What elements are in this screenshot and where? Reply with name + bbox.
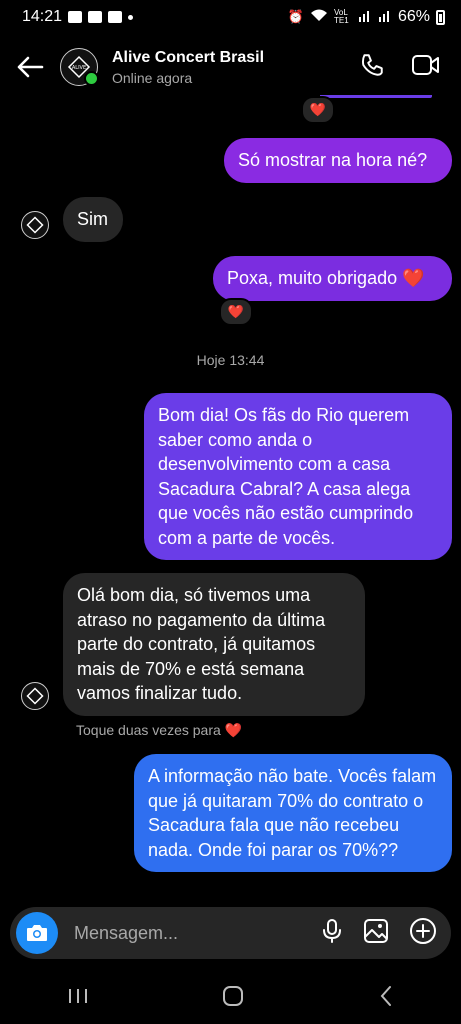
message-input[interactable] [72,921,321,945]
svg-text:ALIVE: ALIVE [72,65,86,71]
online-status: Online agora [112,69,193,86]
message-reaction[interactable]: ❤️ [219,298,253,326]
contact-name: Alive Concert Brasil [112,48,265,66]
signal-icon [358,8,372,27]
network-label: VoLTE1 [333,8,349,25]
message-bubble-incoming[interactable]: Olá bom dia, só tivemos uma atraso no pa… [63,573,365,716]
microphone-icon [323,918,341,943]
gallery-button[interactable] [363,918,389,949]
battery-percent: 66% [397,8,430,25]
status-bar: 14:21 ⏰ VoLTE1 66% [0,0,461,34]
message-bubble-outgoing[interactable]: A informação não bate. Vocês falam que j… [134,754,452,872]
sender-avatar[interactable] [21,682,49,710]
message-text: Olá bom dia, só tivemos uma atraso no pa… [77,585,326,703]
alive-logo-icon [26,216,44,234]
system-navigation-bar [0,972,461,1024]
message-bubble-outgoing[interactable]: Bom dia! Os fãs do Rio querem saber como… [144,393,452,560]
message-text: Poxa, muito obrigado ❤️ [227,268,425,288]
message-list[interactable]: ❤️ Só mostrar na hora né? Sim Poxa, muit… [0,95,461,905]
recent-apps-icon [68,988,87,1003]
online-indicator [84,71,99,86]
message-composer [10,907,451,959]
message-text: Bom dia! Os fãs do Rio querem saber como… [158,405,414,548]
battery-icon [436,9,445,25]
camera-icon [27,925,47,941]
chat-header: ALIVE Alive Concert Brasil Online agora [0,40,461,94]
date-separator: Hoje 13:44 [196,352,265,368]
profile-avatar[interactable]: ALIVE [60,48,99,86]
add-button[interactable] [409,917,437,950]
message-text: Só mostrar na hora né? [238,150,428,170]
chevron-left-icon [380,985,392,1006]
camera-button[interactable] [16,912,58,954]
message-bubble-incoming[interactable]: Sim [63,197,123,242]
recent-apps-button[interactable] [67,987,89,1010]
message-text: A informação não bate. Vocês falam que j… [148,766,437,860]
alarm-icon: ⏰ [287,9,304,24]
sender-avatar[interactable] [21,211,49,239]
home-button[interactable] [222,985,244,1012]
arrow-left-icon [17,56,44,78]
microphone-button[interactable] [321,918,343,949]
plus-circle-icon [410,917,436,944]
wifi-icon [310,8,328,27]
back-button[interactable] [0,42,60,92]
alive-logo-icon [26,687,44,705]
message-bubble-outgoing[interactable]: Poxa, muito obrigado ❤️ [213,256,452,301]
phone-call-button[interactable] [359,52,385,83]
signal-icon-2 [378,8,392,27]
message-bubble-outgoing[interactable]: Só mostrar na hora né? [224,138,452,183]
more-notifications-icon [128,14,134,20]
image-icon [364,918,388,943]
home-icon [223,985,244,1006]
video-camera-icon [412,54,439,75]
video-call-button[interactable] [411,53,441,82]
phone-icon [362,53,383,76]
message-text: Sim [77,209,108,229]
status-time: 14:21 [22,8,63,25]
previous-bubble-edge [320,95,432,98]
mail-notification-icon [88,11,103,23]
top-reaction[interactable]: ❤️ [301,96,335,124]
system-back-button[interactable] [378,985,394,1012]
chat-title-block[interactable]: Alive Concert Brasil Online agora [112,49,359,86]
gallery-notification-icon [68,11,83,23]
app-notification-icon [108,11,123,23]
double-tap-hint: Toque duas vezes para ❤️ [76,722,243,738]
